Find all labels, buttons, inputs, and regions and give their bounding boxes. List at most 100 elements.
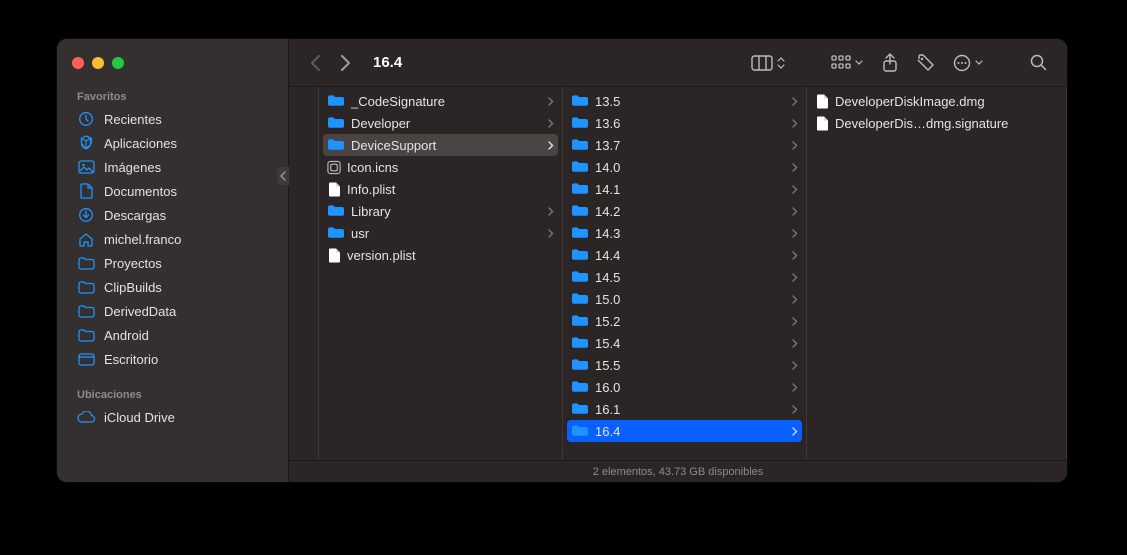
search-button[interactable]: [1023, 50, 1053, 76]
share-button[interactable]: [875, 50, 905, 76]
chevron-right-icon: [548, 141, 554, 150]
nav-back-button[interactable]: [303, 51, 327, 75]
item-label: 16.4: [595, 424, 786, 439]
item-label: 13.5: [595, 94, 786, 109]
col2-item[interactable]: 16.1: [563, 398, 806, 420]
item-label: 15.4: [595, 336, 786, 351]
col2-item[interactable]: 14.0: [563, 156, 806, 178]
folder-icon: [77, 327, 95, 343]
item-label: 15.2: [595, 314, 786, 329]
col2-item[interactable]: 14.4: [563, 244, 806, 266]
sidebar-item-deriveddata[interactable]: DerivedData: [57, 299, 288, 323]
col2-item[interactable]: 16.0: [563, 376, 806, 398]
chevron-right-icon: [792, 295, 798, 304]
folder-icon: [571, 358, 589, 372]
folder-icon: [571, 182, 589, 196]
chevron-right-icon: [548, 207, 554, 216]
col2-item[interactable]: 15.2: [563, 310, 806, 332]
chevron-right-icon: [792, 185, 798, 194]
sidebar-item-escritorio[interactable]: Escritorio: [57, 347, 288, 371]
sidebar-item-michel-franco[interactable]: michel.franco: [57, 227, 288, 251]
col2-item[interactable]: 13.5: [563, 90, 806, 112]
col1-item[interactable]: _CodeSignature: [319, 90, 562, 112]
fullscreen-button[interactable]: [112, 57, 124, 69]
folder-icon: [77, 303, 95, 319]
col2-item[interactable]: 15.4: [563, 332, 806, 354]
column-2[interactable]: 13.5 13.6 13.7 14.0 14.1 14.2 14.3 14.4 14.5 15.0…: [563, 87, 807, 460]
chevron-right-icon: [792, 207, 798, 216]
folder-icon: [327, 116, 345, 130]
sidebar-item-im-genes[interactable]: Imágenes: [57, 155, 288, 179]
group-by-button[interactable]: [825, 50, 869, 76]
sidebar-item-icloud-drive[interactable]: iCloud Drive: [57, 405, 288, 429]
sidebar-item-label: Imágenes: [104, 160, 161, 175]
sidebar-item-android[interactable]: Android: [57, 323, 288, 347]
folder-icon: [571, 94, 589, 108]
folder-icon: [571, 380, 589, 394]
minimize-button[interactable]: [92, 57, 104, 69]
col2-item[interactable]: 14.3: [563, 222, 806, 244]
sidebar-collapse-tab[interactable]: [277, 167, 289, 185]
col3-item[interactable]: DeveloperDis…dmg.signature: [807, 112, 1066, 134]
item-label: 15.0: [595, 292, 786, 307]
col1-item[interactable]: version.plist: [319, 244, 562, 266]
sidebar-item-aplicaciones[interactable]: Aplicaciones: [57, 131, 288, 155]
item-label: _CodeSignature: [351, 94, 542, 109]
sidebar-item-proyectos[interactable]: Proyectos: [57, 251, 288, 275]
status-bar: 2 elementos, 43.73 GB disponibles: [289, 460, 1067, 482]
sidebar-item-descargas[interactable]: Descargas: [57, 203, 288, 227]
col1-item[interactable]: Icon.icns: [319, 156, 562, 178]
item-label: 14.0: [595, 160, 786, 175]
col3-item[interactable]: DeveloperDiskImage.dmg: [807, 90, 1066, 112]
col1-item[interactable]: Developer: [319, 112, 562, 134]
chevron-right-icon: [792, 317, 798, 326]
sidebar-item-label: Escritorio: [104, 352, 158, 367]
item-label: 13.6: [595, 116, 786, 131]
item-label: DeveloperDiskImage.dmg: [835, 94, 1058, 109]
col2-item[interactable]: 13.6: [563, 112, 806, 134]
col2-item[interactable]: 15.0: [563, 288, 806, 310]
col1-item[interactable]: Info.plist: [319, 178, 562, 200]
col2-item[interactable]: 14.2: [563, 200, 806, 222]
sidebar-item-label: Android: [104, 328, 149, 343]
col1-item[interactable]: DeviceSupport: [323, 134, 558, 156]
chevron-right-icon: [792, 427, 798, 436]
column-3[interactable]: DeveloperDiskImage.dmg DeveloperDis…dmg.s…: [807, 87, 1067, 460]
sidebar-item-label: Descargas: [104, 208, 166, 223]
status-text: 2 elementos, 43.73 GB disponibles: [593, 466, 764, 478]
chevron-right-icon: [792, 251, 798, 260]
chevron-right-icon: [792, 339, 798, 348]
sidebar-item-documentos[interactable]: Documentos: [57, 179, 288, 203]
col2-item[interactable]: 14.1: [563, 178, 806, 200]
folder-icon: [571, 314, 589, 328]
sidebar-item-label: Aplicaciones: [104, 136, 177, 151]
chevron-right-icon: [792, 141, 798, 150]
close-button[interactable]: [72, 57, 84, 69]
tags-button[interactable]: [911, 50, 941, 76]
nav-forward-button[interactable]: [333, 51, 357, 75]
folder-icon: [571, 402, 589, 416]
col1-item[interactable]: Library: [319, 200, 562, 222]
folder-icon: [77, 255, 95, 271]
window-title: 16.4: [373, 54, 402, 71]
col2-item[interactable]: 15.5: [563, 354, 806, 376]
col1-item[interactable]: usr: [319, 222, 562, 244]
desktop-icon: [77, 351, 95, 367]
folder-icon: [571, 138, 589, 152]
cloud-icon: [77, 409, 95, 425]
col2-item[interactable]: 14.5: [563, 266, 806, 288]
col2-item[interactable]: 16.4: [567, 420, 802, 442]
action-button[interactable]: [947, 50, 989, 76]
folder-icon: [571, 116, 589, 130]
chevron-right-icon: [792, 361, 798, 370]
item-label: 14.2: [595, 204, 786, 219]
sidebar-item-recientes[interactable]: Recientes: [57, 107, 288, 131]
column-0[interactable]: [289, 87, 319, 460]
col2-item[interactable]: 13.7: [563, 134, 806, 156]
sidebar-item-label: ClipBuilds: [104, 280, 162, 295]
column-1[interactable]: _CodeSignature DeveloperDeviceSupportIcon…: [319, 87, 563, 460]
sidebar-item-clipbuilds[interactable]: ClipBuilds: [57, 275, 288, 299]
column-view: _CodeSignature DeveloperDeviceSupportIcon…: [289, 87, 1067, 460]
item-label: 14.4: [595, 248, 786, 263]
view-mode-button[interactable]: [745, 50, 791, 76]
